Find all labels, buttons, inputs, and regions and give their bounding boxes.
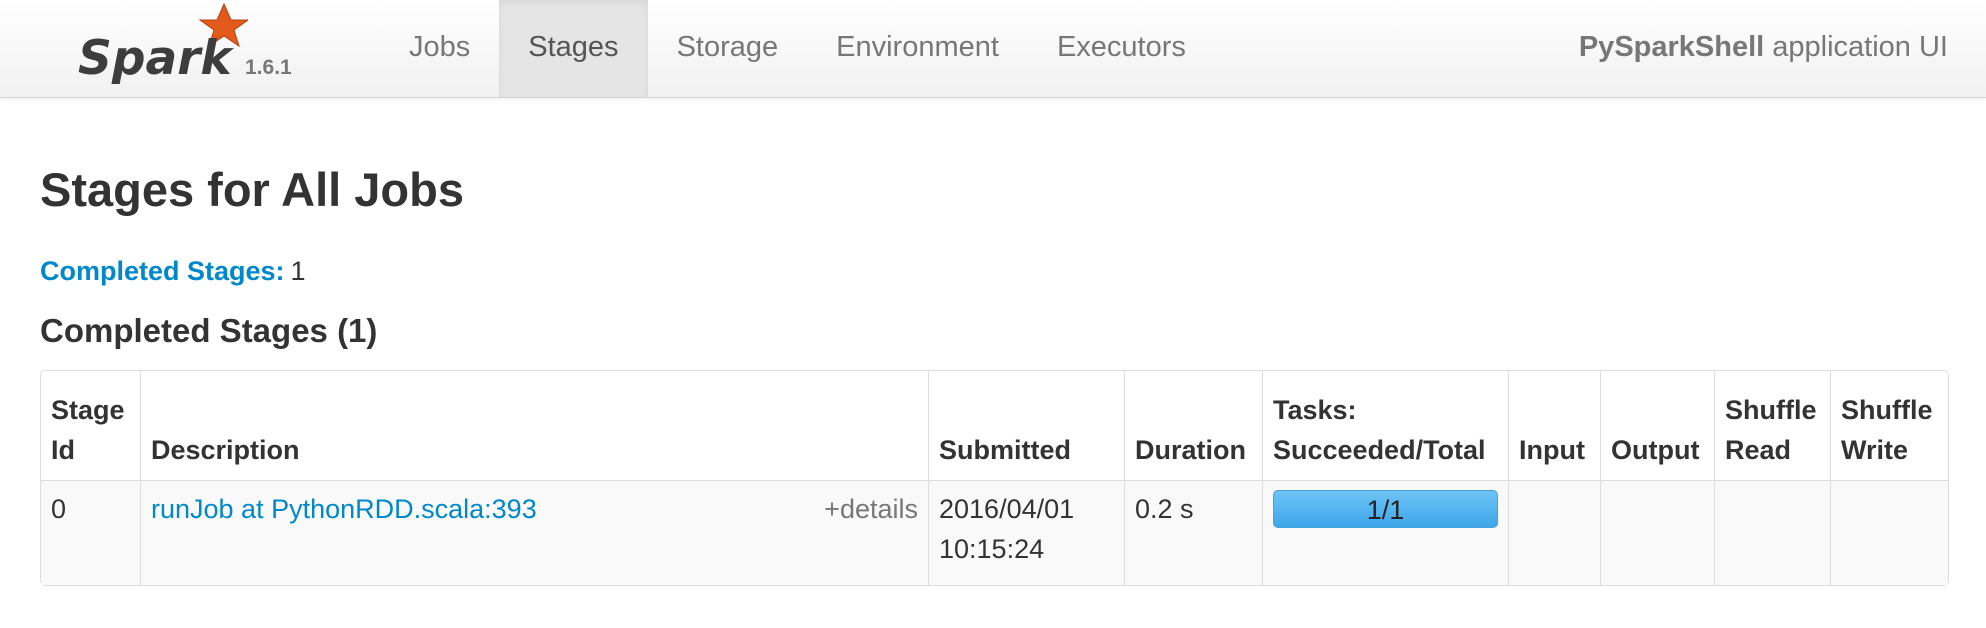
top-navbar: Spark 1.6.1 Jobs Stages Storage Environm… xyxy=(0,0,1986,98)
cell-input xyxy=(1508,480,1600,585)
header-submitted[interactable]: Submitted xyxy=(928,371,1124,480)
tasks-progress-bar: 1/1 xyxy=(1273,490,1498,528)
cell-shuffle-read xyxy=(1714,480,1830,585)
cell-submitted: 2016/04/01 10:15:24 xyxy=(928,480,1124,585)
tab-jobs[interactable]: Jobs xyxy=(380,0,499,97)
header-output[interactable]: Output xyxy=(1600,371,1714,480)
app-name-bold: PySparkShell xyxy=(1578,31,1765,63)
spark-brand-link[interactable]: Spark 1.6.1 xyxy=(78,0,308,97)
header-duration[interactable]: Duration xyxy=(1124,371,1262,480)
cell-tasks: 1/1 xyxy=(1262,480,1508,585)
tab-storage[interactable]: Storage xyxy=(648,0,808,97)
tab-stages[interactable]: Stages xyxy=(499,0,648,97)
section-title: Completed Stages (1) xyxy=(40,312,378,349)
header-shuffle-read[interactable]: Shuffle Read xyxy=(1714,371,1830,480)
details-toggle[interactable]: +details xyxy=(824,489,918,529)
cell-output xyxy=(1600,480,1714,585)
header-stage-id[interactable]: Stage Id xyxy=(41,371,140,480)
nav-tabs: Jobs Stages Storage Environment Executor… xyxy=(380,0,1215,97)
tasks-progress-label: 1/1 xyxy=(1366,495,1405,525)
spark-logo-icon: Spark xyxy=(78,2,248,86)
table-row: 0 runJob at PythonRDD.scala:393 +details… xyxy=(41,480,1948,585)
submitted-time: 10:15:24 xyxy=(939,534,1045,564)
stages-summary: Completed Stages: 1 xyxy=(40,255,306,287)
header-shuffle-write[interactable]: Shuffle Write xyxy=(1830,371,1948,480)
header-description[interactable]: Description xyxy=(140,371,928,480)
completed-stages-link[interactable]: Completed Stages: xyxy=(40,256,285,286)
spark-logo-text: Spark xyxy=(78,31,234,86)
tab-executors[interactable]: Executors xyxy=(1028,0,1215,97)
cell-description: runJob at PythonRDD.scala:393 +details xyxy=(140,480,928,585)
table-header-row: Stage Id Description Submitted Duration T… xyxy=(41,371,1948,480)
cell-shuffle-write xyxy=(1830,480,1948,585)
page-title: Stages for All Jobs xyxy=(40,163,464,216)
app-name-suffix: application UI xyxy=(1764,31,1948,63)
completed-stages-table: Stage Id Description Submitted Duration T… xyxy=(40,370,1949,586)
cell-duration: 0.2 s xyxy=(1124,480,1262,585)
stage-description-link[interactable]: runJob at PythonRDD.scala:393 xyxy=(151,494,537,524)
header-input[interactable]: Input xyxy=(1508,371,1600,480)
submitted-date: 2016/04/01 xyxy=(939,494,1075,524)
completed-stages-count: 1 xyxy=(290,256,306,286)
spark-version: 1.6.1 xyxy=(245,56,292,79)
application-name: PySparkShell application UI xyxy=(1579,0,1948,95)
cell-stage-id: 0 xyxy=(41,480,140,585)
tab-environment[interactable]: Environment xyxy=(807,0,1028,97)
header-tasks[interactable]: Tasks: Succeeded/Total xyxy=(1262,371,1508,480)
